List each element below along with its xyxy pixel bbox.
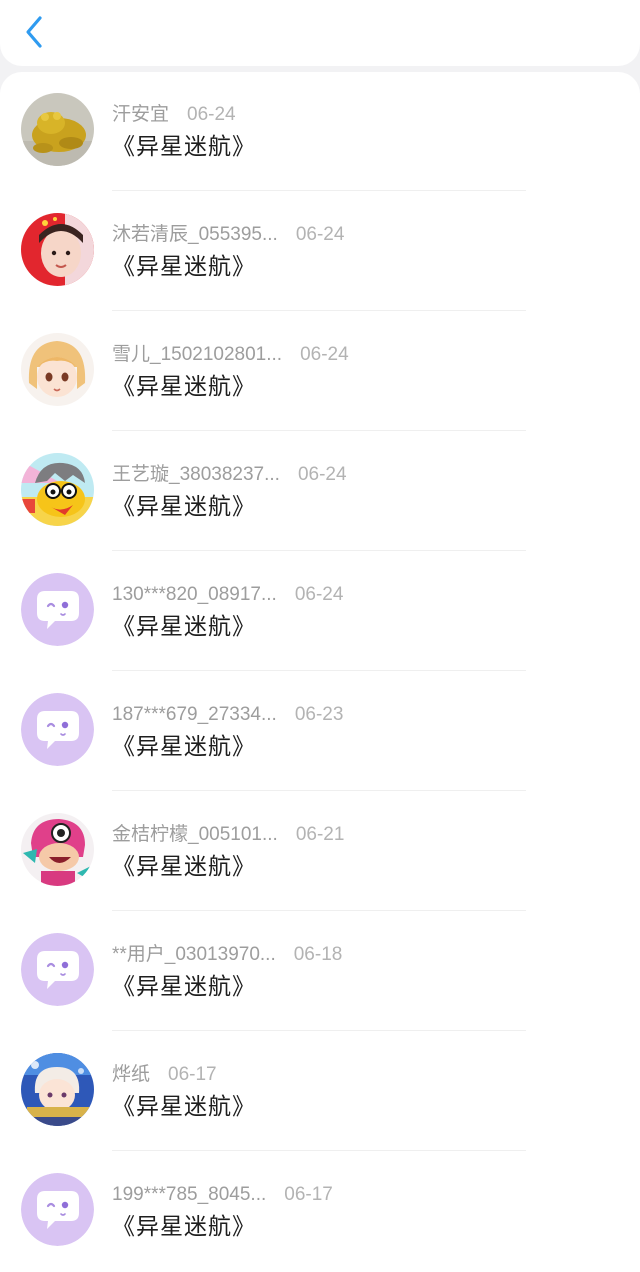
comment-meta: 汗安宜 06-24 <box>112 102 236 128</box>
book-title[interactable]: 《异星迷航》 <box>112 130 256 162</box>
list-item[interactable]: **用户_03013970... 06-18 《异星迷航》 <box>0 912 640 1031</box>
list-item[interactable]: 187***679_27334... 06-23 《异星迷航》 <box>0 672 640 791</box>
chibi-character-avatar <box>21 1053 94 1126</box>
user-name[interactable]: 沐若清辰_055395... <box>112 224 278 245</box>
divider <box>112 790 526 791</box>
comment-date: 06-24 <box>300 344 349 365</box>
user-avatar[interactable] <box>21 93 94 166</box>
list-item[interactable]: 199***785_8045... 06-17 《异星迷航》 <box>0 1152 640 1271</box>
comment-meta: 王艺璇_38038237... 06-24 <box>112 462 347 488</box>
comment-date: 06-23 <box>294 704 344 725</box>
book-title[interactable]: 《异星迷航》 <box>112 1090 256 1122</box>
comment-meta: 187***679_27334... 06-23 <box>112 702 343 728</box>
list-item[interactable]: 烨纸 06-17 《异星迷航》 <box>0 1032 640 1151</box>
comment-meta: 199***785_8045... 06-17 <box>112 1182 333 1208</box>
user-avatar[interactable] <box>21 693 94 766</box>
anime-girl-avatar <box>21 333 94 406</box>
book-title[interactable]: 《异星迷航》 <box>112 370 256 402</box>
book-title[interactable]: 《异星迷航》 <box>112 730 256 762</box>
user-avatar[interactable] <box>21 933 94 1006</box>
user-avatar[interactable] <box>21 213 94 286</box>
user-name[interactable]: 199***785_8045... <box>112 1184 266 1205</box>
user-name[interactable]: 雪儿_1502102801... <box>112 344 282 365</box>
user-avatar[interactable] <box>21 573 94 646</box>
pink-monster-avatar <box>21 813 94 886</box>
chevron-left-icon <box>26 16 42 48</box>
comment-meta: 烨纸 06-17 <box>112 1062 217 1088</box>
comment-meta: 130***820_08917... 06-24 <box>112 582 343 608</box>
book-title[interactable]: 《异星迷航》 <box>112 850 256 882</box>
divider <box>112 910 526 911</box>
user-avatar[interactable] <box>21 333 94 406</box>
user-avatar[interactable] <box>21 1053 94 1126</box>
divider <box>112 550 526 551</box>
book-title[interactable]: 《异星迷航》 <box>112 1210 256 1242</box>
list-item[interactable]: 雪儿_1502102801... 06-24 《异星迷航》 <box>0 312 640 431</box>
divider <box>112 310 526 311</box>
comment-date: 06-17 <box>284 1184 333 1205</box>
book-title[interactable]: 《异星迷航》 <box>112 490 256 522</box>
divider <box>112 190 526 191</box>
user-avatar[interactable] <box>21 813 94 886</box>
comment-date: 06-24 <box>295 224 345 245</box>
comment-list: 汗安宜 06-24 《异星迷航》 沐若清辰_055395... 06-24 《异星迷… <box>0 72 640 1272</box>
top-bar <box>0 0 640 66</box>
default-chat-avatar <box>21 1173 94 1246</box>
book-title[interactable]: 《异星迷航》 <box>112 610 256 642</box>
list-item[interactable]: 金桔柠檬_005101... 06-21 《异星迷航》 <box>0 792 640 911</box>
back-button[interactable] <box>18 14 54 50</box>
comment-date: 06-18 <box>293 944 343 965</box>
comment-meta: 金桔柠檬_005101... 06-21 <box>112 822 344 848</box>
user-name[interactable]: 金桔柠檬_005101... <box>112 824 278 845</box>
list-item[interactable]: 汗安宜 06-24 《异星迷航》 <box>0 72 640 191</box>
default-chat-avatar <box>21 933 94 1006</box>
comment-date: 06-24 <box>297 464 347 485</box>
comment-meta: **用户_03013970... 06-18 <box>112 942 342 968</box>
user-avatar[interactable] <box>21 1173 94 1246</box>
divider <box>112 430 526 431</box>
comment-meta: 沐若清辰_055395... 06-24 <box>112 222 344 248</box>
book-title[interactable]: 《异星迷航》 <box>112 970 256 1002</box>
user-name[interactable]: 汗安宜 <box>112 104 169 125</box>
default-chat-avatar <box>21 573 94 646</box>
default-chat-avatar <box>21 693 94 766</box>
child-photo-avatar <box>21 213 94 286</box>
list-item[interactable]: 沐若清辰_055395... 06-24 《异星迷航》 <box>0 192 640 311</box>
user-name[interactable]: 187***679_27334... <box>112 704 277 725</box>
golden-frog-avatar <box>21 93 94 166</box>
comment-date: 06-24 <box>294 584 344 605</box>
user-name[interactable]: **用户_03013970... <box>112 944 276 965</box>
book-title[interactable]: 《异星迷航》 <box>112 250 256 282</box>
comment-meta: 雪儿_1502102801... 06-24 <box>112 342 349 368</box>
divider <box>112 1030 526 1031</box>
list-item[interactable]: 王艺璇_38038237... 06-24 《异星迷航》 <box>0 432 640 551</box>
comment-date: 06-24 <box>187 104 236 125</box>
user-avatar[interactable] <box>21 453 94 526</box>
divider <box>112 670 526 671</box>
user-name[interactable]: 王艺璇_38038237... <box>112 464 280 485</box>
comment-date: 06-17 <box>168 1064 217 1085</box>
divider <box>112 1150 526 1151</box>
cartoon-bird-avatar <box>21 453 94 526</box>
user-name[interactable]: 130***820_08917... <box>112 584 277 605</box>
list-item[interactable]: 130***820_08917... 06-24 《异星迷航》 <box>0 552 640 671</box>
user-name[interactable]: 烨纸 <box>112 1064 150 1085</box>
comment-date: 06-21 <box>295 824 345 845</box>
